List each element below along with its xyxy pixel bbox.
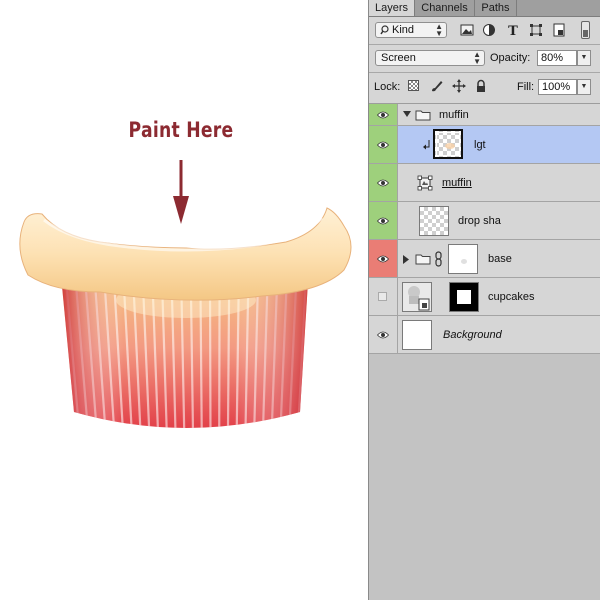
- clipping-mask-arrow-icon: [423, 140, 430, 150]
- eye-icon: [377, 255, 389, 262]
- arrow-down-icon: [173, 160, 189, 224]
- lock-image-icon[interactable]: [430, 79, 444, 93]
- layer-row-muffin-group[interactable]: muffin: [369, 104, 600, 126]
- blend-mode-value: Screen: [381, 52, 416, 64]
- shape-filter-icon[interactable]: [529, 23, 543, 37]
- panel-tab-bar: Layers Channels Paths: [369, 0, 600, 17]
- link-icon[interactable]: [435, 251, 442, 267]
- layer-controls: Kind ▲ ▼ T Screen ▲ ▼ Opacity: 80% ▼ Lock:…: [369, 17, 600, 104]
- layer-name: drop sha: [458, 215, 501, 227]
- visibility-toggle[interactable]: [369, 202, 398, 239]
- layer-name: cupcakes: [488, 291, 535, 303]
- lock-all-icon[interactable]: [474, 79, 488, 93]
- lock-transparent-icon[interactable]: [408, 80, 419, 91]
- layer-mask-thumbnail[interactable]: [449, 282, 479, 312]
- layer-name: muffin: [442, 177, 472, 189]
- visibility-toggle[interactable]: [369, 240, 398, 277]
- muffin-top: [19, 207, 352, 301]
- layer-row-cupcakes[interactable]: cupcakes: [369, 278, 600, 316]
- layers-panel: Layers Channels Paths Kind ▲ ▼ T Screen ▲…: [368, 0, 600, 600]
- layer-row-muffin-smart-object[interactable]: muffin: [369, 164, 600, 202]
- image-filter-icon[interactable]: [460, 23, 474, 37]
- folder-icon: [415, 110, 431, 121]
- visibility-toggle[interactable]: [369, 278, 398, 315]
- fill-label: Fill:: [517, 81, 535, 93]
- disclosure-expanded-icon[interactable]: [403, 111, 411, 118]
- chevron-updown-icon: ▲ ▼: [435, 22, 443, 38]
- visibility-toggle[interactable]: [369, 316, 398, 353]
- layer-name: muffin: [439, 109, 469, 121]
- lock-label: Lock:: [374, 81, 401, 93]
- layer-row-background[interactable]: Background: [369, 316, 600, 354]
- layer-name: Background: [443, 329, 502, 341]
- cupcake-thumbnail-icon: [408, 286, 430, 311]
- kind-filter-value: Kind: [392, 24, 415, 36]
- blend-mode-select[interactable]: Screen ▲ ▼: [375, 50, 485, 66]
- eye-icon: [377, 217, 389, 224]
- filter-toggle-icon[interactable]: [581, 21, 590, 39]
- tab-layers[interactable]: Layers: [369, 0, 415, 16]
- cupcake-liner: [62, 282, 308, 428]
- smart-object-filter-icon[interactable]: [552, 23, 566, 37]
- hidden-checkbox: [378, 291, 387, 301]
- layer-thumbnail: [402, 282, 432, 312]
- opacity-input[interactable]: 80%: [537, 50, 577, 66]
- layer-row-base-group[interactable]: base: [369, 240, 600, 278]
- visibility-toggle[interactable]: [369, 164, 398, 201]
- tab-channels[interactable]: Channels: [415, 0, 475, 16]
- layer-name: base: [488, 253, 512, 265]
- smart-object-icon: [417, 175, 433, 191]
- eye-icon: [377, 179, 389, 186]
- eye-icon: [377, 111, 389, 118]
- lock-position-icon[interactable]: [452, 79, 466, 93]
- kind-filter-select[interactable]: Kind ▲ ▼: [375, 22, 447, 38]
- visibility-toggle[interactable]: [369, 104, 398, 125]
- folder-icon: [415, 254, 431, 265]
- layer-row-lgt[interactable]: lgt: [369, 126, 600, 164]
- tab-paths[interactable]: Paths: [475, 0, 517, 16]
- divider: [369, 72, 600, 73]
- layer-thumbnail: [433, 129, 463, 159]
- eye-icon: [377, 331, 389, 338]
- document-canvas[interactable]: Paint Here: [0, 0, 368, 600]
- visibility-toggle[interactable]: [369, 126, 398, 163]
- cupcake-artwork: [19, 160, 352, 428]
- opacity-slider-toggle[interactable]: ▼: [577, 50, 591, 66]
- layer-thumbnail: [402, 320, 432, 350]
- svg-text:T: T: [508, 24, 518, 37]
- opacity-label: Opacity:: [490, 52, 531, 64]
- adjustment-filter-icon[interactable]: [482, 23, 496, 37]
- divider: [369, 44, 600, 45]
- layer-thumbnail: [419, 206, 449, 236]
- type-filter-icon[interactable]: T: [506, 23, 520, 37]
- search-icon: [380, 25, 389, 35]
- chevron-updown-icon: ▲ ▼: [473, 50, 481, 66]
- layer-row-drop-sha[interactable]: drop sha: [369, 202, 600, 240]
- layer-mask-thumbnail[interactable]: [448, 244, 478, 274]
- fill-slider-toggle[interactable]: ▼: [577, 79, 591, 95]
- eye-icon: [377, 141, 389, 148]
- disclosure-collapsed-icon[interactable]: [403, 255, 410, 264]
- layer-name: lgt: [474, 139, 486, 151]
- fill-input[interactable]: 100%: [538, 79, 577, 95]
